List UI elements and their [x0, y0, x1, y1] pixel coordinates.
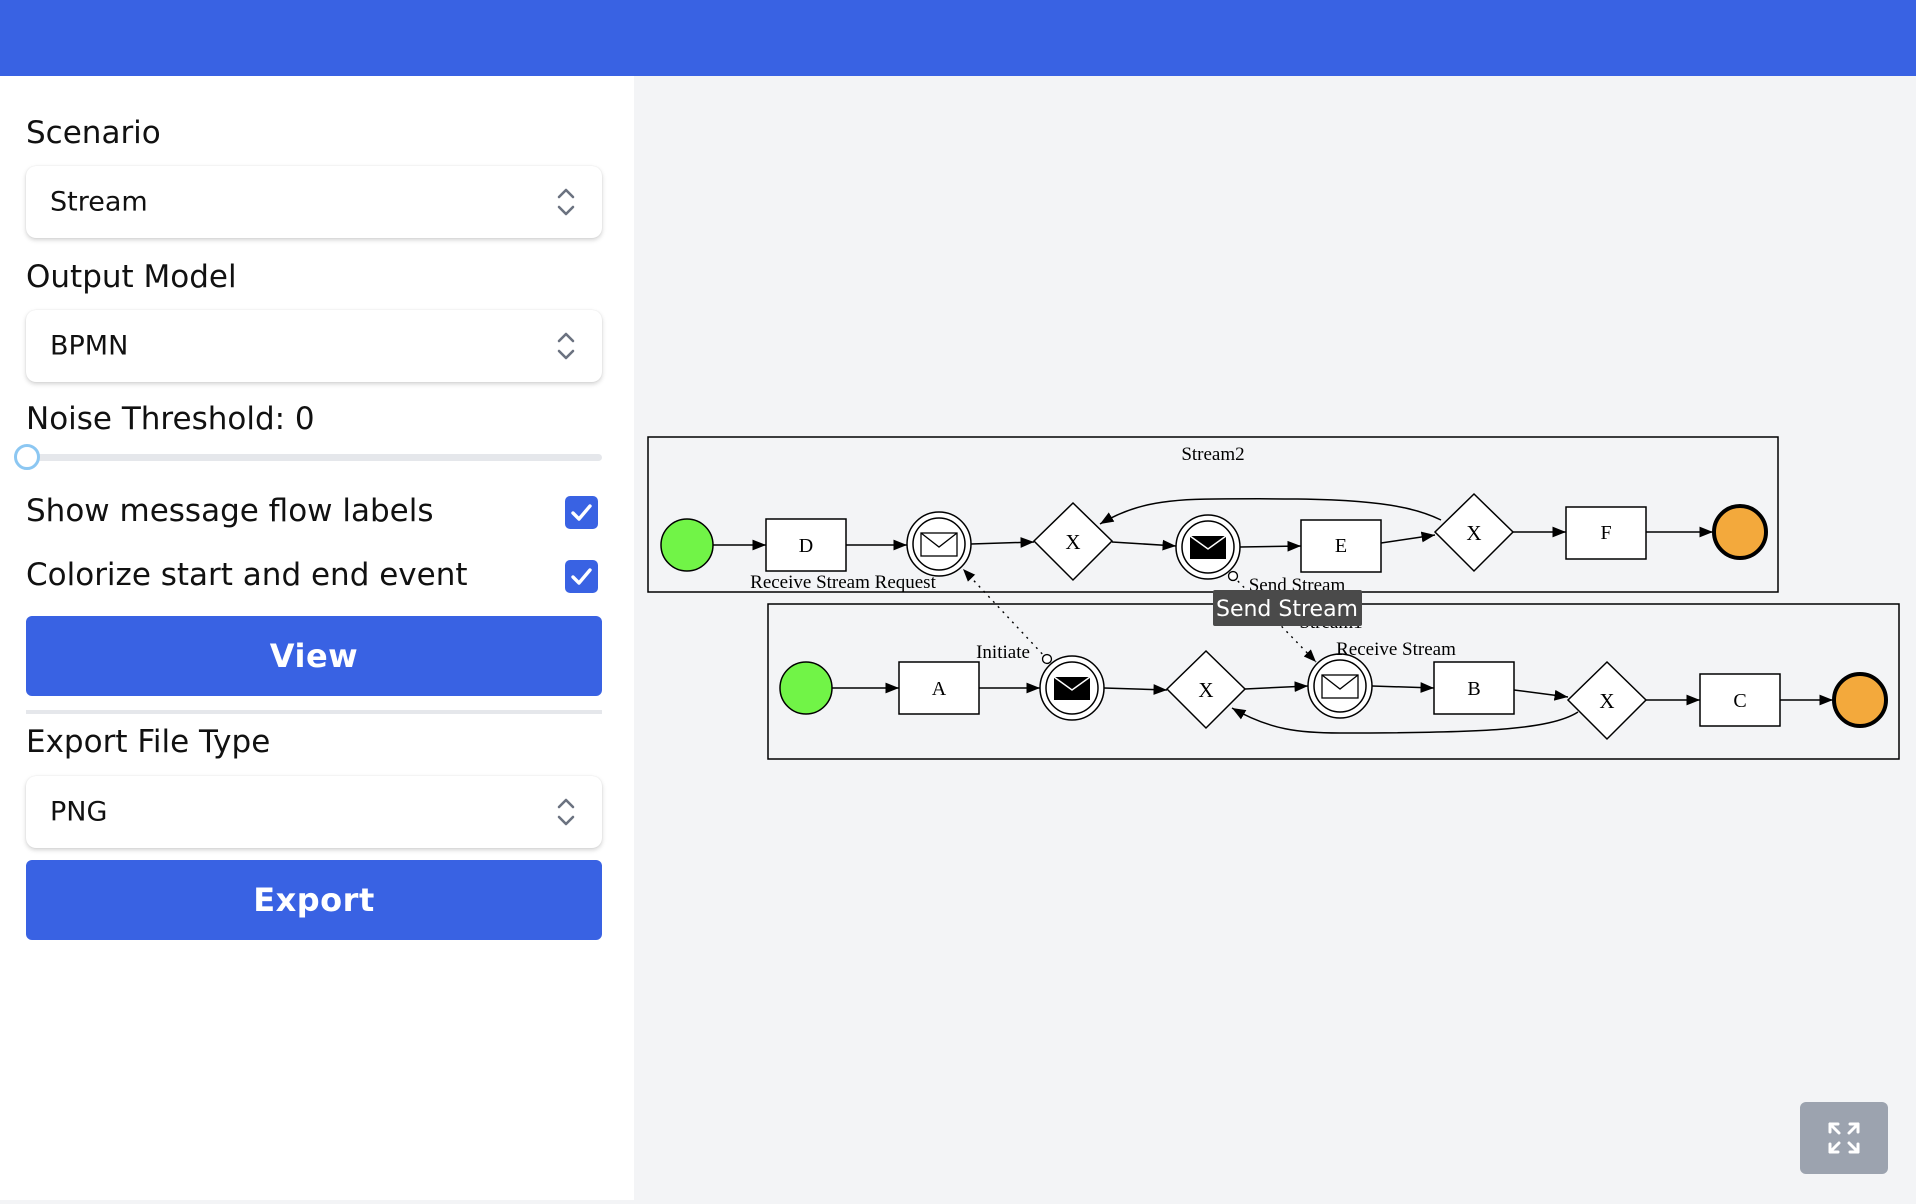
gateway-label: X: [1198, 678, 1213, 702]
task-f-label: F: [1600, 522, 1611, 544]
task-b-label: B: [1467, 678, 1480, 700]
tooltip-text: Send Stream: [1216, 597, 1358, 622]
check-icon: [571, 504, 592, 521]
sequence-flow: [1371, 682, 1435, 693]
sequence-flow: [970, 537, 1035, 548]
sequence-flow-loop: [1231, 707, 1579, 734]
sequence-flow: [1244, 681, 1309, 693]
chevron-up-down-icon: [557, 798, 575, 826]
sequence-flow: [1111, 539, 1177, 551]
output-model-select-value: BPMN: [50, 330, 129, 362]
gateway-label: X: [1065, 530, 1080, 554]
end-event-stream2[interactable]: [1712, 504, 1768, 560]
message-catch-event-receive-stream[interactable]: [1307, 653, 1373, 719]
start-event-stream2[interactable]: [660, 518, 714, 572]
task-d-label: D: [799, 535, 813, 557]
task-c-label: C: [1733, 690, 1746, 712]
task-e-label: E: [1335, 535, 1347, 557]
scenario-label: Scenario: [26, 115, 161, 151]
fullscreen-button[interactable]: [1800, 1102, 1888, 1174]
noise-threshold-label: Noise Threshold: 0: [26, 401, 315, 437]
show-labels-label: Show message flow labels: [26, 493, 434, 529]
start-event-stream1[interactable]: [779, 661, 833, 715]
output-model-select[interactable]: BPMN: [26, 310, 602, 382]
chevron-up-down-icon: [557, 188, 575, 216]
slider-thumb[interactable]: [14, 444, 40, 470]
message-throw-event-initiate[interactable]: [1039, 655, 1105, 721]
pool-stream2-label: Stream2: [1181, 444, 1244, 465]
sidebar: Scenario Stream Output Model BPMN Noise …: [0, 76, 634, 1200]
end-event-stream1[interactable]: [1832, 672, 1888, 728]
message-catch-event-receive-request[interactable]: [906, 511, 972, 577]
colorize-checkbox[interactable]: [565, 560, 598, 593]
gateway-label: X: [1466, 521, 1481, 545]
export-type-label: Export File Type: [26, 724, 271, 760]
gateway-label: X: [1599, 689, 1614, 713]
sequence-flow: [1239, 540, 1302, 552]
expand-icon: [1828, 1122, 1860, 1154]
view-button[interactable]: View: [26, 616, 602, 696]
export-type-select[interactable]: PNG: [26, 776, 602, 848]
divider: [26, 710, 602, 714]
show-labels-checkbox[interactable]: [565, 496, 598, 529]
msg-label-receive-stream: Receive Stream: [1336, 639, 1456, 660]
chevron-up-down-icon: [557, 332, 575, 360]
sequence-flow: [1380, 531, 1436, 544]
diagram-canvas[interactable]: Stream2 D Receive Stream Request X Send …: [634, 76, 1916, 1200]
export-type-select-value: PNG: [50, 796, 108, 828]
bpmn-diagram[interactable]: Stream2 D Receive Stream Request X Send …: [634, 76, 1916, 1200]
noise-threshold-slider[interactable]: [14, 444, 602, 470]
scenario-select[interactable]: Stream: [26, 166, 602, 238]
top-bar: [0, 0, 1916, 76]
sequence-flow: [1513, 689, 1569, 701]
sequence-flow-loop: [1099, 498, 1442, 525]
message-throw-event-send-stream[interactable]: [1175, 514, 1241, 580]
colorize-label: Colorize start and end event: [26, 557, 468, 593]
sequence-flow: [1103, 684, 1168, 695]
msg-label-receive-request: Receive Stream Request: [750, 572, 936, 593]
scenario-select-value: Stream: [50, 186, 148, 218]
msg-label-initiate: Initiate: [976, 642, 1030, 663]
check-icon: [571, 568, 592, 585]
tooltip: Send Stream: [1213, 590, 1362, 626]
output-model-label: Output Model: [26, 259, 237, 295]
slider-track: [26, 454, 602, 461]
export-button[interactable]: Export: [26, 860, 602, 940]
task-a-label: A: [932, 678, 947, 700]
